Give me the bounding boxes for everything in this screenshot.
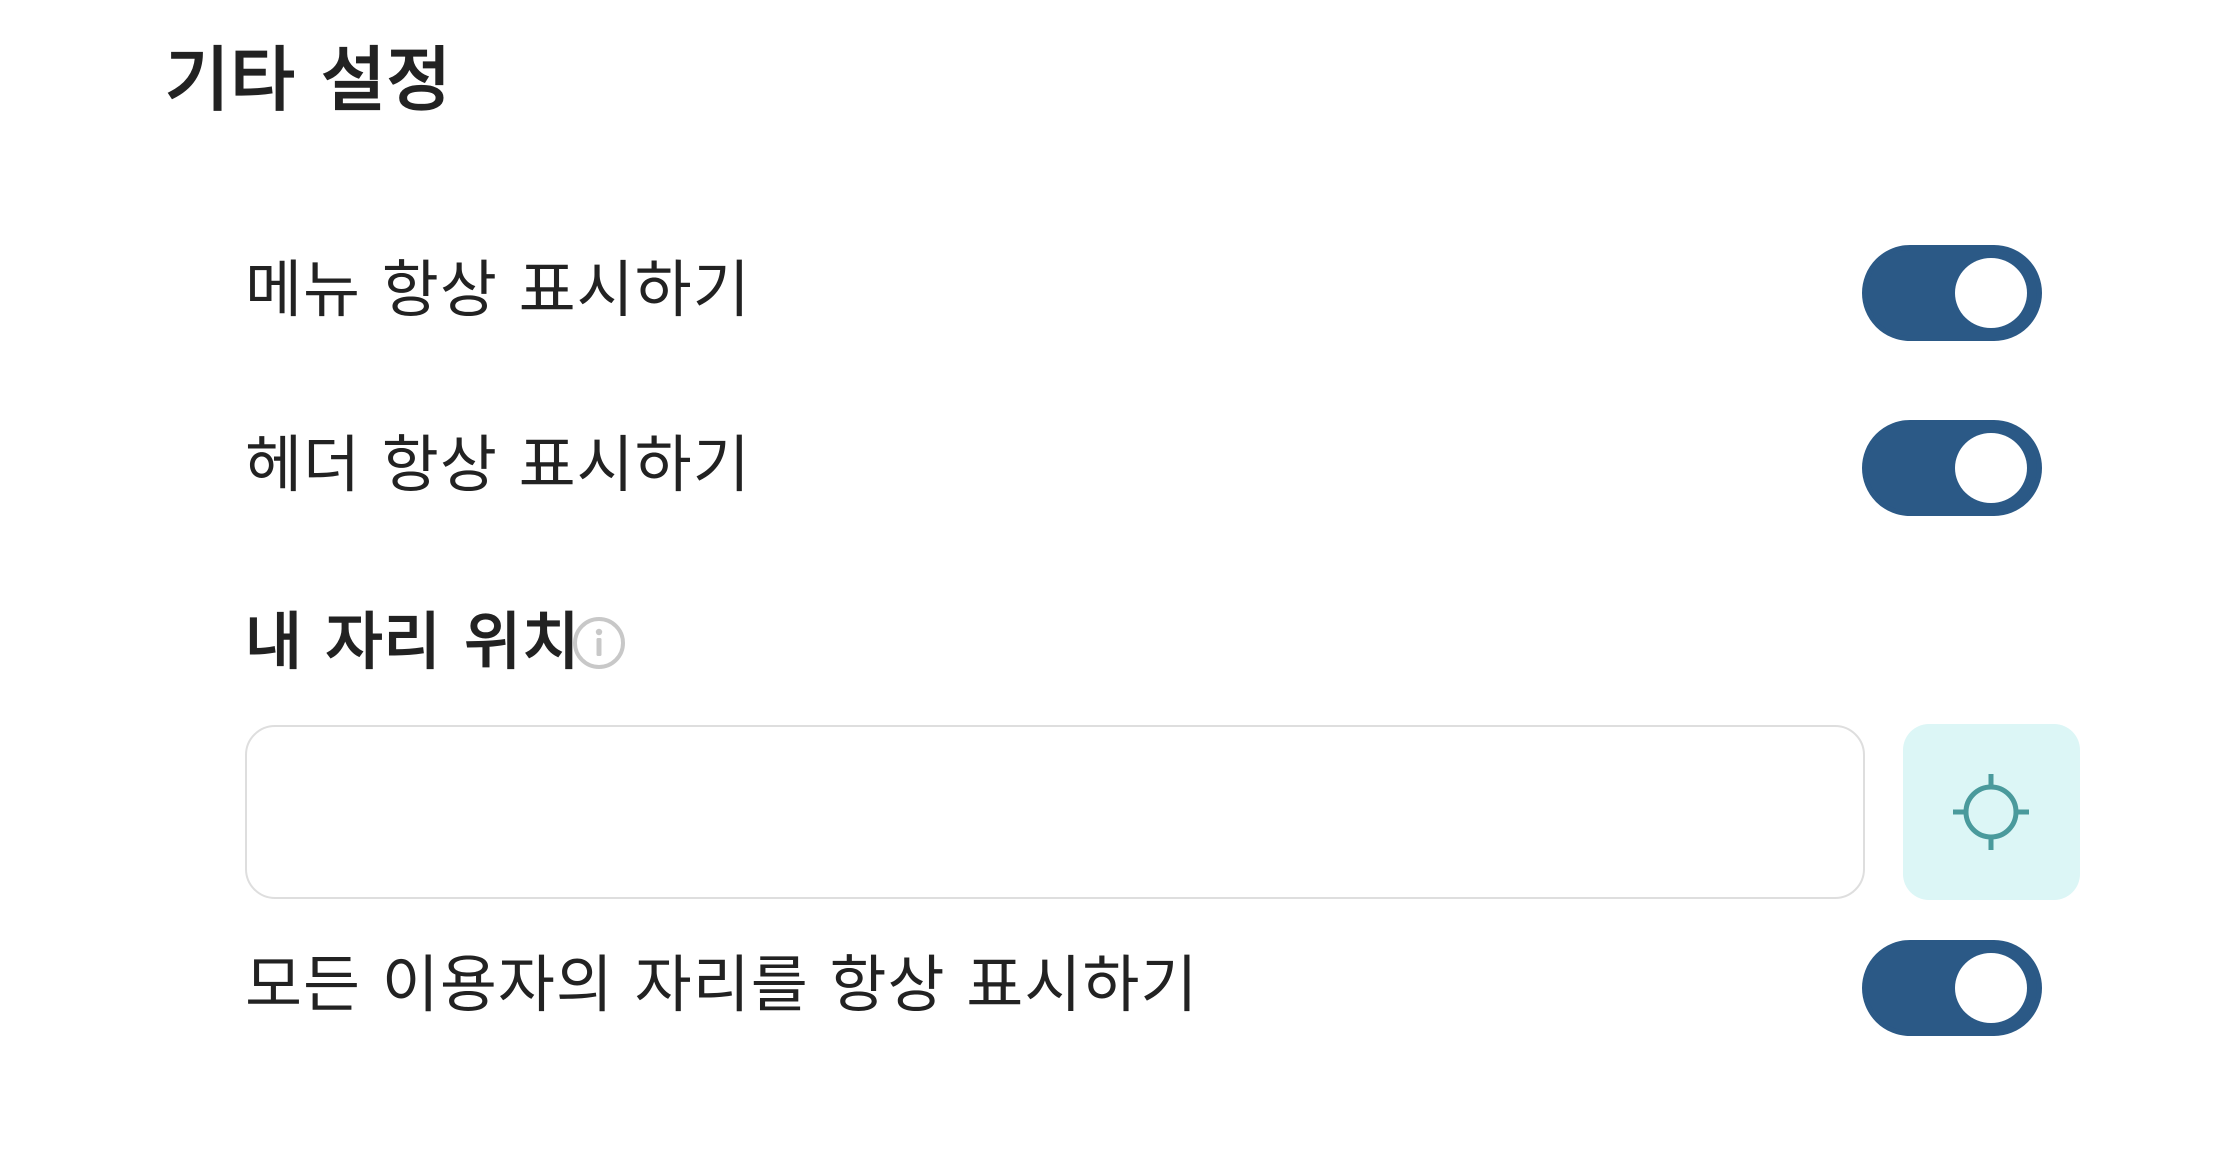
- my-seat-location-input[interactable]: [245, 725, 1865, 899]
- crosshair-icon: [1953, 774, 2029, 850]
- always-show-menu-label: 메뉴 항상 표시하기: [245, 253, 751, 326]
- always-show-header-label: 헤더 항상 표시하기: [245, 428, 751, 501]
- toggle-knob: [1955, 258, 2027, 328]
- section-title: 기타 설정: [165, 39, 452, 121]
- always-show-menu-toggle[interactable]: [1862, 245, 2042, 341]
- toggle-knob: [1955, 433, 2027, 503]
- info-icon[interactable]: [572, 616, 626, 670]
- always-show-all-seats-toggle[interactable]: [1862, 940, 2042, 1036]
- always-show-all-seats-label: 모든 이용자의 자리를 항상 표시하기: [245, 948, 1199, 1021]
- toggle-knob: [1955, 953, 2027, 1023]
- locate-my-seat-button[interactable]: [1903, 724, 2080, 900]
- my-seat-location-label: 내 자리 위치: [245, 605, 581, 678]
- always-show-header-toggle[interactable]: [1862, 420, 2042, 516]
